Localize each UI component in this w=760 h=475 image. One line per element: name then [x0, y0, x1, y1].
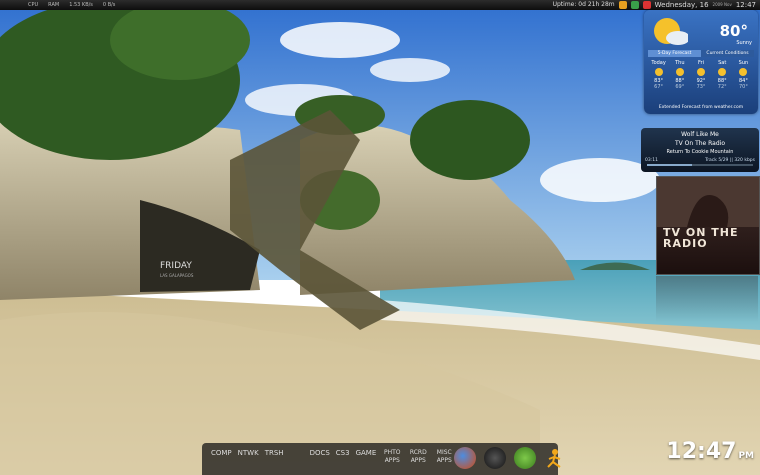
cover-art-tree — [657, 177, 759, 227]
forecast-days: Today 83° 67° Thu 88° 69° Fri 92° 73° Sa… — [648, 60, 754, 90]
top-clock: 12:47 — [735, 1, 756, 9]
forecast-low: 69° — [675, 84, 685, 90]
album-cover-reflection — [656, 276, 758, 322]
forecast-day-name: Sat — [718, 60, 727, 66]
system-stats: CPU RAM 1.53 KB/s 0 B/s — [28, 0, 115, 10]
forecast-day-name: Sun — [738, 60, 749, 66]
wallpaper-label: FRIDAY LAS GALAPAGOS — [160, 262, 193, 280]
music-widget[interactable]: Wolf Like Me TV On The Radio Return To C… — [641, 128, 759, 172]
forecast-day: Fri 92° 73° — [690, 60, 711, 90]
forecast-day: Sun 84° 70° — [733, 60, 754, 90]
forecast-day: Today 83° 67° — [648, 60, 669, 90]
tray-icon[interactable] — [618, 1, 627, 9]
dock-item-cs3[interactable]: CS3 — [333, 449, 353, 465]
forecast-day-name: Today — [651, 60, 666, 66]
forecast-day-name: Fri — [698, 60, 704, 66]
album-cover[interactable]: TV ON THE RADIO — [656, 176, 760, 275]
sun-icon — [718, 68, 727, 76]
dock-item-ntwk[interactable]: NTWK — [235, 449, 262, 465]
media-player-icon[interactable] — [484, 447, 506, 469]
weather-widget[interactable]: 80° Sunny 5-Day Forecast Current Conditi… — [644, 10, 758, 114]
wallpaper-subtitle: LAS GALAPAGOS — [160, 273, 194, 278]
cover-art-text: TV ON THE RADIO — [663, 226, 739, 250]
dock: COMP NTWK TRSH DOCS CS3 GAME PHTO APPS R… — [202, 443, 561, 475]
dock-item-game[interactable]: GAME — [353, 449, 380, 465]
sun-icon — [697, 68, 705, 76]
net-up-label: 1.53 KB/s — [69, 2, 93, 8]
song-album: Return To Cookie Mountain — [666, 149, 734, 155]
firefox-icon[interactable] — [454, 447, 476, 469]
runner-icon[interactable] — [544, 447, 566, 469]
forecast-low: 73° — [696, 84, 706, 90]
clock-ampm: PM — [738, 451, 754, 461]
tab-current-conditions[interactable]: Current Conditions — [701, 50, 754, 57]
dock-item-trsh[interactable]: TRSH — [262, 449, 287, 465]
forecast-low: 67° — [654, 84, 664, 90]
date-sub-text: 2009 Nov — [712, 2, 732, 7]
sun-icon — [675, 68, 684, 76]
extended-forecast-link[interactable]: Extended Forecast from weather.com — [644, 105, 758, 110]
sun-icon — [654, 68, 663, 76]
forecast-day: Sat 88° 72° — [712, 60, 733, 90]
weather-tabs: 5-Day Forecast Current Conditions — [648, 50, 754, 57]
song-artist: TV On The Radio — [674, 140, 726, 147]
forecast-low: 72° — [717, 84, 727, 90]
power-icon[interactable] — [642, 1, 651, 9]
song-progress-bar[interactable] — [647, 164, 753, 166]
song-progress-fill — [647, 164, 692, 166]
dock-item-phto-apps[interactable]: PHTO APPS — [379, 449, 405, 465]
cpu-label: CPU — [28, 2, 39, 8]
clock-time: 12:47 — [666, 439, 737, 464]
elapsed-time: 03:11 — [645, 158, 658, 163]
dock-item-docs[interactable]: DOCS — [307, 449, 333, 465]
current-condition: Sunny — [736, 40, 752, 46]
desktop-clock: 12:47 PM — [666, 439, 754, 464]
wallpaper-title: FRIDAY — [160, 261, 192, 271]
forecast-low: 70° — [738, 84, 748, 90]
dock-item-rcrd-apps[interactable]: RCRD APPS — [405, 449, 431, 465]
tab-5-day-forecast[interactable]: 5-Day Forecast — [648, 50, 701, 57]
pidgin-icon[interactable] — [514, 447, 536, 469]
net-down-label: 0 B/s — [102, 2, 116, 8]
ram-label: RAM — [48, 2, 60, 8]
sun-icon — [654, 18, 688, 45]
top-panel: CPU RAM 1.53 KB/s 0 B/s Uptime: 0d 21h 2… — [0, 0, 760, 10]
uptime-text: Uptime: 0d 21h 28m — [552, 1, 615, 8]
sun-icon — [739, 68, 748, 76]
current-temperature: 80° — [719, 22, 748, 40]
dock-item-comp[interactable]: COMP — [208, 449, 235, 465]
date-text: Wednesday, 16 — [654, 1, 709, 9]
forecast-day-name: Thu — [675, 60, 685, 66]
track-info: Track 5/29 || 320 kbps — [705, 158, 755, 163]
network-icon[interactable] — [630, 1, 639, 9]
song-title: Wolf Like Me — [681, 131, 719, 138]
forecast-day: Thu 88° 69° — [669, 60, 690, 90]
